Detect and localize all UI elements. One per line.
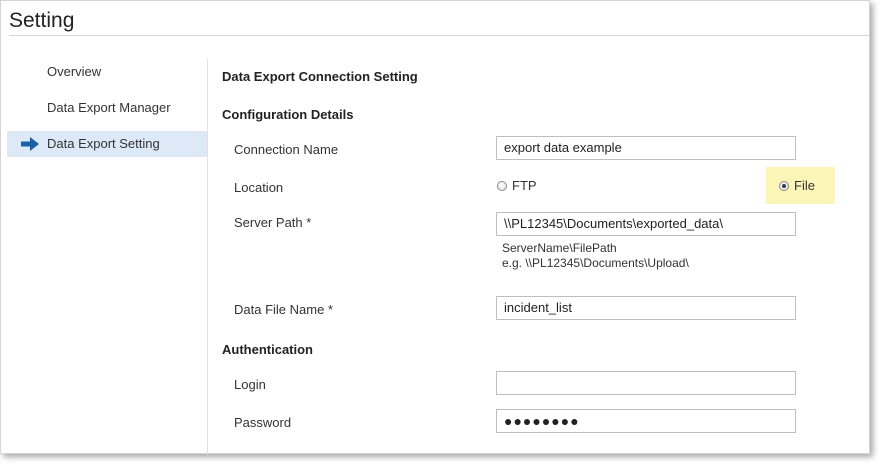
sidebar-item-data-export-manager[interactable]: Data Export Manager <box>7 95 207 121</box>
ftp-radio[interactable] <box>497 180 507 191</box>
page-title: Setting <box>9 9 75 32</box>
configuration-details-heading: Configuration Details <box>222 107 354 122</box>
section-heading: Data Export Connection Setting <box>222 69 418 84</box>
server-path-input[interactable]: \\PL12345\Documents\exported_data\ <box>496 212 796 236</box>
sidebar-item-data-export-setting[interactable]: Data Export Setting <box>7 131 207 157</box>
login-label: Login <box>234 377 266 392</box>
sidebar-item-label: Data Export Manager <box>47 100 171 115</box>
file-radio-label: File <box>794 178 815 193</box>
sidebar-item-label: Overview <box>47 64 102 79</box>
server-path-help-line: e.g. \\PL12345\Documents\Upload\ <box>502 256 689 270</box>
login-input[interactable] <box>496 371 796 395</box>
password-label: Password <box>234 415 292 430</box>
data-file-name-label: Data File Name * <box>234 302 333 317</box>
sidebar: Overview Data Export Manager Data Export… <box>7 59 207 167</box>
location-file-option[interactable]: File <box>779 178 815 193</box>
location-ftp-option[interactable]: FTP <box>497 178 537 193</box>
server-path-help: ServerName\FilePath e.g. \\PL12345\Docum… <box>502 241 689 271</box>
file-radio[interactable] <box>779 180 789 191</box>
arrow-right-icon <box>21 137 39 151</box>
sidebar-item-label: Data Export Setting <box>47 136 160 151</box>
data-file-name-input[interactable]: incident_list <box>496 296 796 320</box>
authentication-heading: Authentication <box>222 342 313 357</box>
password-input[interactable]: ●●●●●●●● <box>496 409 796 433</box>
location-label: Location <box>234 180 284 195</box>
connection-name-input[interactable]: export data example <box>496 136 796 160</box>
sidebar-divider <box>207 59 208 455</box>
connection-name-label: Connection Name <box>234 142 339 157</box>
sidebar-item-overview[interactable]: Overview <box>7 59 207 85</box>
title-divider <box>9 35 869 36</box>
server-path-help-line: ServerName\FilePath <box>502 241 617 255</box>
ftp-radio-label: FTP <box>512 178 537 193</box>
settings-window: Setting Overview Data Export Manager Dat… <box>0 0 870 455</box>
server-path-label: Server Path * <box>234 215 312 230</box>
